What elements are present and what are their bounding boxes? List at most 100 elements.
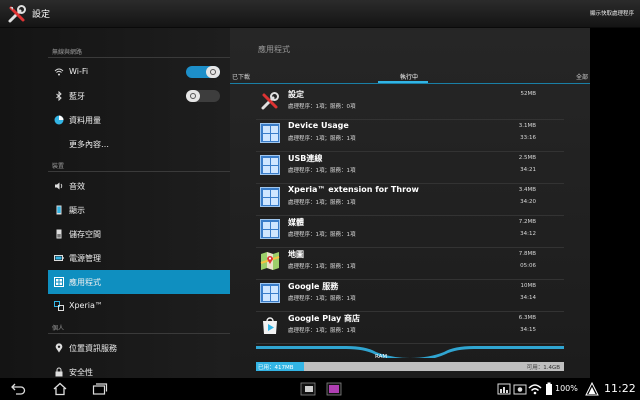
- location-icon: [55, 343, 63, 353]
- sidebar-item-more[interactable]: 更多內容…: [48, 132, 230, 156]
- sidebar-item-sound[interactable]: 音效: [48, 174, 230, 198]
- tab-all[interactable]: 全部: [576, 72, 588, 81]
- settings-tools-icon[interactable]: [7, 4, 27, 24]
- process-name: 設定: [288, 90, 304, 99]
- process-name: Google 服務: [288, 282, 339, 291]
- process-time: 05:06: [520, 263, 536, 269]
- process-time: 34:21: [520, 167, 536, 173]
- data-usage-icon: [54, 115, 64, 125]
- screenshot-icon[interactable]: [512, 382, 528, 396]
- settings-tools-icon: [261, 92, 279, 110]
- process-row[interactable]: Google 服務 處理程序：1項；服務：1項 10MB 34:14: [256, 280, 564, 312]
- process-time: 34:12: [520, 231, 536, 237]
- bluetooth-toggle[interactable]: [186, 90, 220, 102]
- home-icon[interactable]: [52, 382, 68, 396]
- process-row[interactable]: 地圖 處理程序：1項；服務：1項 7.8MB 05:06: [256, 248, 564, 280]
- process-row[interactable]: 媒體 處理程序：1項；服務：1項 7.2MB 34:12: [256, 216, 564, 248]
- process-time: 34:15: [520, 327, 536, 333]
- tab-running[interactable]: 執行中: [400, 72, 418, 81]
- sidebar-item-label: 安全性: [69, 368, 93, 377]
- small-app-icon-2[interactable]: [326, 382, 342, 396]
- sidebar-item-label: 應用程式: [69, 278, 101, 287]
- process-detail: 處理程序：1項；服務：1項: [288, 136, 356, 142]
- wifi-toggle[interactable]: [186, 66, 220, 78]
- process-size: 7.2MB: [518, 219, 536, 225]
- small-app-icon[interactable]: [300, 382, 316, 396]
- process-name: Device Usage: [288, 121, 349, 130]
- tab-downloaded[interactable]: 已下載: [232, 72, 250, 81]
- recent-apps-icon[interactable]: [92, 382, 108, 396]
- process-row[interactable]: Xperia™ extension for Throw 處理程序：1項；服務：1…: [256, 184, 564, 216]
- sidebar-item-label: 音效: [69, 182, 85, 191]
- app-generic-icon: [260, 155, 280, 175]
- process-row[interactable]: 設定 處理程序：1項；服務：0項 52MB: [256, 88, 564, 120]
- sidebar-item-label: 藍牙: [69, 92, 85, 101]
- section-header-wireless: 無線與網路: [52, 49, 83, 56]
- ram-free-text: 可用：1.4GB: [526, 365, 560, 371]
- process-detail: 處理程序：1項；服務：1項: [288, 232, 356, 238]
- process-name: 地圖: [288, 250, 304, 259]
- process-row[interactable]: USB連線 處理程序：1項；服務：1項 2.5MB 34:21: [256, 152, 564, 184]
- sidebar-item-security[interactable]: 安全性: [48, 360, 230, 378]
- sidebar-item-label: 資料用量: [69, 116, 101, 125]
- process-size: 3.4MB: [518, 187, 536, 193]
- action-bar: 設定 顯示快取處理程序: [0, 0, 640, 28]
- sidebar-item-bluetooth[interactable]: 藍牙: [48, 84, 230, 108]
- sidebar-item-storage[interactable]: 儲存空間: [48, 222, 230, 246]
- sidebar-item-power[interactable]: 電源管理: [48, 246, 230, 270]
- toggle-knob: [186, 90, 200, 102]
- app-tabs: 已下載 執行中 全部: [230, 68, 590, 88]
- back-icon[interactable]: [10, 382, 26, 396]
- divider: [48, 57, 230, 58]
- process-size: 10MB: [520, 283, 536, 289]
- play-store-icon: [263, 317, 277, 334]
- process-detail: 處理程序：1項；服務：1項: [288, 328, 356, 334]
- display-icon: [56, 205, 62, 215]
- xperia-icon: [54, 301, 64, 311]
- running-process-list: 設定 處理程序：1項；服務：0項 52MB Device Usage 處理程序：…: [256, 88, 564, 368]
- ram-used-text: 已用：417MB: [258, 365, 294, 371]
- system-nav-bar: 100% 11:22: [0, 378, 640, 400]
- section-header-personal: 個人: [52, 325, 65, 332]
- process-detail: 處理程序：1項；服務：0項: [288, 104, 356, 110]
- apps-icon: [54, 277, 64, 287]
- download-notification-icon[interactable]: [496, 382, 512, 396]
- apps-pane: 應用程式 已下載 執行中 全部 設定 處理程序：1項；服務：0項 52MB De: [230, 28, 590, 378]
- process-name: Google Play 商店: [288, 314, 360, 323]
- sidebar-item-xperia[interactable]: Xperia™: [48, 294, 230, 318]
- sidebar-item-label: 更多內容…: [69, 140, 109, 149]
- signal-icon: [585, 382, 599, 396]
- ram-glow: [256, 346, 564, 358]
- process-time: 34:20: [520, 199, 536, 205]
- volume-icon: [55, 182, 63, 190]
- show-cached-processes-button[interactable]: 顯示快取處理程序: [590, 9, 634, 17]
- divider: [48, 333, 230, 334]
- toggle-knob: [206, 66, 220, 78]
- process-name: Xperia™ extension for Throw: [288, 185, 419, 194]
- sidebar-item-label: Wi-Fi: [69, 67, 89, 76]
- sidebar-item-data-usage[interactable]: 資料用量: [48, 108, 230, 132]
- sidebar-item-apps[interactable]: 應用程式: [48, 270, 230, 294]
- process-row[interactable]: Google Play 商店 處理程序：1項；服務：1項 6.3MB 34:15: [256, 312, 564, 344]
- settings-sidebar: 無線與網路 Wi-Fi 藍牙 資料用量 更多內容… 裝置 音效 顯示 儲存空間 …: [0, 28, 230, 378]
- battery-percent: 100%: [555, 384, 578, 393]
- sidebar-item-display[interactable]: 顯示: [48, 198, 230, 222]
- process-name: 媒體: [288, 218, 304, 227]
- sidebar-item-wifi[interactable]: Wi-Fi: [48, 60, 230, 84]
- ram-usage-bar: 已用：417MB 可用：1.4GB: [256, 362, 564, 371]
- maps-icon: [260, 252, 280, 270]
- lock-icon: [55, 367, 63, 377]
- page-title: 設定: [32, 10, 51, 20]
- app-generic-icon: [260, 187, 280, 207]
- storage-icon: [56, 229, 62, 239]
- ram-label: RAM: [375, 354, 388, 360]
- process-row[interactable]: Device Usage 處理程序：1項；服務：1項 3.1MB 33:16: [256, 120, 564, 152]
- process-time: 33:16: [520, 135, 536, 141]
- sidebar-item-label: 顯示: [69, 206, 85, 215]
- process-detail: 處理程序：1項；服務：1項: [288, 200, 356, 206]
- sidebar-item-location[interactable]: 位置資訊服務: [48, 336, 230, 360]
- process-detail: 處理程序：1項；服務：1項: [288, 296, 356, 302]
- section-header-device: 裝置: [52, 163, 65, 170]
- divider: [48, 171, 230, 172]
- process-size: 2.5MB: [518, 155, 536, 161]
